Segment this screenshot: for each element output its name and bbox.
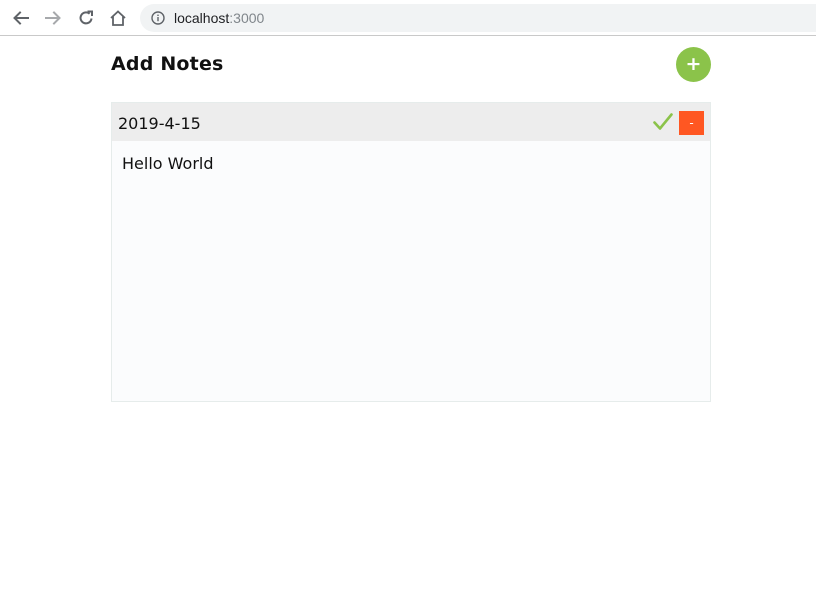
note-card: 2019-4-15 - Hello World [111, 102, 711, 402]
checkmark-icon[interactable] [653, 112, 673, 132]
url-host: localhost [174, 10, 230, 26]
address-bar[interactable]: localhost:3000 [140, 4, 816, 32]
home-icon[interactable] [106, 6, 130, 30]
info-icon[interactable] [151, 11, 165, 25]
browser-toolbar: localhost:3000 [0, 0, 816, 36]
url-text: localhost:3000 [174, 10, 264, 26]
page-title: Add Notes [111, 53, 224, 75]
reload-icon[interactable] [74, 6, 98, 30]
back-arrow-icon[interactable] [9, 6, 33, 30]
note-date: 2019-4-15 [118, 114, 201, 133]
delete-note-button[interactable]: - [679, 111, 704, 135]
note-body-text[interactable]: Hello World [122, 154, 700, 389]
add-note-button[interactable]: + [676, 47, 711, 82]
note-header: 2019-4-15 - [112, 103, 710, 141]
forward-arrow-icon[interactable] [41, 6, 65, 30]
url-port: :3000 [229, 10, 265, 26]
